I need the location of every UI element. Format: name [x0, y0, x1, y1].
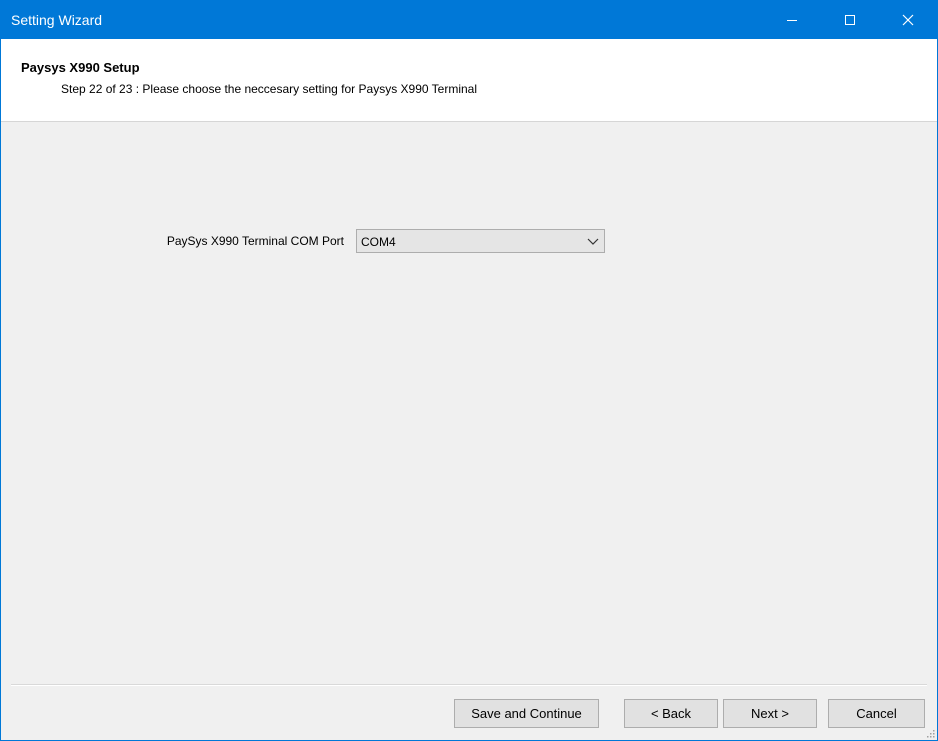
minimize-button[interactable]	[763, 1, 821, 39]
wizard-step-description: Step 22 of 23 : Please choose the necces…	[61, 82, 478, 96]
com-port-dropdown[interactable]: COM4	[356, 229, 605, 253]
setting-wizard-window: Setting Wizard Paysys X990 Setup Step 22…	[0, 0, 938, 741]
cancel-button[interactable]: Cancel	[828, 699, 925, 728]
resize-grip-icon[interactable]	[925, 728, 935, 738]
com-port-label: PaySys X990 Terminal COM Port	[166, 234, 344, 248]
minimize-icon	[787, 20, 797, 21]
back-button[interactable]: < Back	[624, 699, 718, 728]
close-icon	[902, 14, 914, 26]
title-bar[interactable]: Setting Wizard	[1, 1, 937, 39]
wizard-header: Paysys X990 Setup Step 22 of 23 : Please…	[1, 39, 937, 122]
com-port-selected-value: COM4	[361, 235, 396, 249]
maximize-icon	[845, 15, 855, 25]
maximize-button[interactable]	[821, 1, 879, 39]
close-button[interactable]	[879, 1, 937, 39]
wizard-step-title: Paysys X990 Setup	[21, 60, 140, 75]
chevron-down-icon	[587, 238, 599, 245]
next-button[interactable]: Next >	[723, 699, 817, 728]
window-title: Setting Wizard	[11, 12, 103, 28]
footer-separator	[11, 684, 927, 686]
save-and-continue-button[interactable]: Save and Continue	[454, 699, 599, 728]
